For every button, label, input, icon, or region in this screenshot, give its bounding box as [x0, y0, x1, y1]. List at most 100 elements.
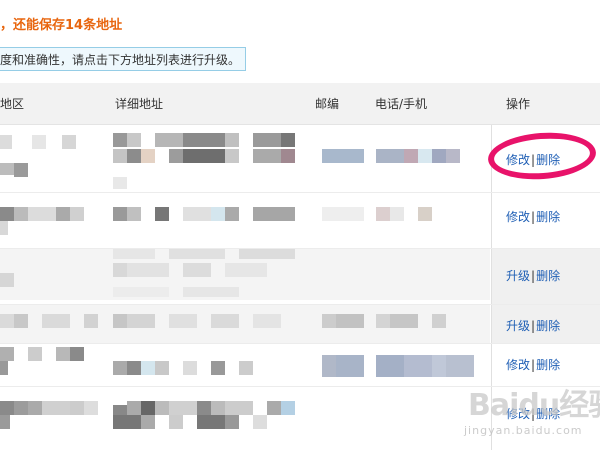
- mosaic-block: [336, 314, 364, 328]
- mosaic-block: [14, 314, 28, 328]
- mosaic-block: [322, 314, 336, 328]
- mosaic-block: [281, 133, 295, 147]
- mosaic-block: [239, 249, 295, 259]
- mosaic-block: [70, 401, 84, 415]
- mosaic-block: [141, 361, 155, 375]
- mosaic-block: [0, 207, 14, 221]
- mosaic-block: [155, 207, 169, 221]
- delete-link[interactable]: 删除: [536, 319, 560, 333]
- delete-link[interactable]: 删除: [536, 210, 560, 224]
- mosaic-block: [113, 361, 127, 375]
- mosaic-block: [28, 401, 42, 415]
- mosaic-block: [225, 415, 239, 429]
- header-action: 操作: [506, 97, 531, 111]
- mosaic-block: [225, 401, 253, 415]
- mosaic-block: [62, 135, 76, 149]
- mosaic-block: [183, 149, 225, 163]
- mosaic-block: [32, 135, 46, 149]
- table-row: 修改|删除: [491, 387, 600, 450]
- table-row: 修改|删除: [491, 193, 600, 248]
- mosaic-block: [169, 415, 183, 429]
- mosaic-block: [28, 347, 42, 361]
- mosaic-block: [155, 361, 169, 375]
- mosaic-block: [211, 314, 239, 328]
- mosaic-block: [253, 314, 281, 328]
- mosaic-block: [322, 149, 364, 163]
- edit-link[interactable]: 修改: [506, 153, 530, 167]
- mosaic-block: [211, 361, 225, 375]
- mosaic-block: [0, 415, 10, 429]
- mosaic-block: [211, 401, 225, 415]
- mosaic-block: [432, 355, 446, 377]
- mosaic-block: [113, 287, 169, 297]
- table-header: 地区 详细地址 邮编 电话/手机 操作: [0, 83, 600, 125]
- mosaic-block: [127, 149, 141, 163]
- mosaic-block: [0, 163, 14, 175]
- mosaic-block: [267, 401, 281, 415]
- mosaic-block: [141, 415, 155, 429]
- delete-link[interactable]: 删除: [536, 407, 560, 421]
- mosaic-block: [141, 149, 155, 163]
- mosaic-block: [197, 415, 225, 429]
- mosaic-block: [281, 149, 295, 163]
- mosaic-block: [127, 361, 141, 375]
- mosaic-block: [42, 401, 70, 415]
- upgrade-link[interactable]: 升级: [506, 269, 530, 283]
- mosaic-block: [169, 401, 197, 415]
- mosaic-block: [253, 415, 267, 429]
- mosaic-block: [169, 314, 197, 328]
- mosaic-block: [155, 401, 169, 415]
- mosaic-block: [113, 207, 127, 221]
- mosaic-block: [418, 207, 432, 221]
- table-row: 修改|删除: [491, 344, 600, 386]
- edit-link[interactable]: 修改: [506, 210, 530, 224]
- mosaic-block: [432, 149, 446, 163]
- mosaic-block: [14, 163, 28, 177]
- mosaic-block: [404, 149, 418, 163]
- mosaic-block: [127, 207, 141, 221]
- edit-link[interactable]: 修改: [506, 358, 530, 372]
- mosaic-block: [0, 401, 14, 415]
- mosaic-block: [376, 314, 390, 328]
- edit-link[interactable]: 修改: [506, 407, 530, 421]
- mosaic-block: [376, 149, 404, 163]
- mosaic-block: [0, 314, 14, 328]
- mosaic-block: [225, 133, 239, 147]
- mosaic-block: [169, 249, 225, 259]
- mosaic-block: [113, 249, 155, 259]
- address-table: 地区 详细地址 邮编 电话/手机 操作 修改|删除 修改|删除 升级|删除 升级…: [0, 83, 600, 450]
- mosaic-block: [253, 207, 295, 221]
- mosaic-block: [84, 314, 98, 328]
- mosaic-block: [0, 361, 8, 375]
- mosaic-block: [113, 177, 127, 189]
- mosaic-block: [197, 401, 211, 415]
- mosaic-block: [446, 149, 460, 163]
- mosaic-block: [113, 149, 127, 163]
- mosaic-block: [155, 133, 183, 147]
- mosaic-block: [70, 207, 84, 221]
- delete-link[interactable]: 删除: [536, 153, 560, 167]
- mosaic-block: [418, 149, 432, 163]
- mosaic-block: [42, 314, 70, 328]
- mosaic-block: [113, 415, 141, 429]
- mosaic-block: [432, 314, 446, 328]
- mosaic-block: [404, 355, 432, 377]
- upgrade-link[interactable]: 升级: [506, 319, 530, 333]
- mosaic-block: [28, 207, 56, 221]
- mosaic-block: [169, 149, 183, 163]
- mosaic-block: [0, 135, 12, 149]
- mosaic-block: [56, 207, 70, 221]
- mosaic-block: [183, 133, 225, 147]
- mosaic-block: [0, 347, 14, 361]
- address-limit-notice: ，还能保存14条地址: [0, 18, 123, 33]
- mosaic-block: [225, 149, 239, 163]
- mosaic-block: [376, 207, 390, 221]
- upgrade-tip-text: 度和准确性，请点击下方地址列表进行升级。: [0, 53, 241, 67]
- mosaic-block: [225, 263, 267, 277]
- delete-link[interactable]: 删除: [536, 358, 560, 372]
- delete-link[interactable]: 删除: [536, 269, 560, 283]
- header-phone: 电话/手机: [375, 97, 428, 111]
- mosaic-block: [141, 401, 155, 415]
- header-region: 地区: [0, 97, 25, 111]
- mosaic-block: [336, 355, 364, 377]
